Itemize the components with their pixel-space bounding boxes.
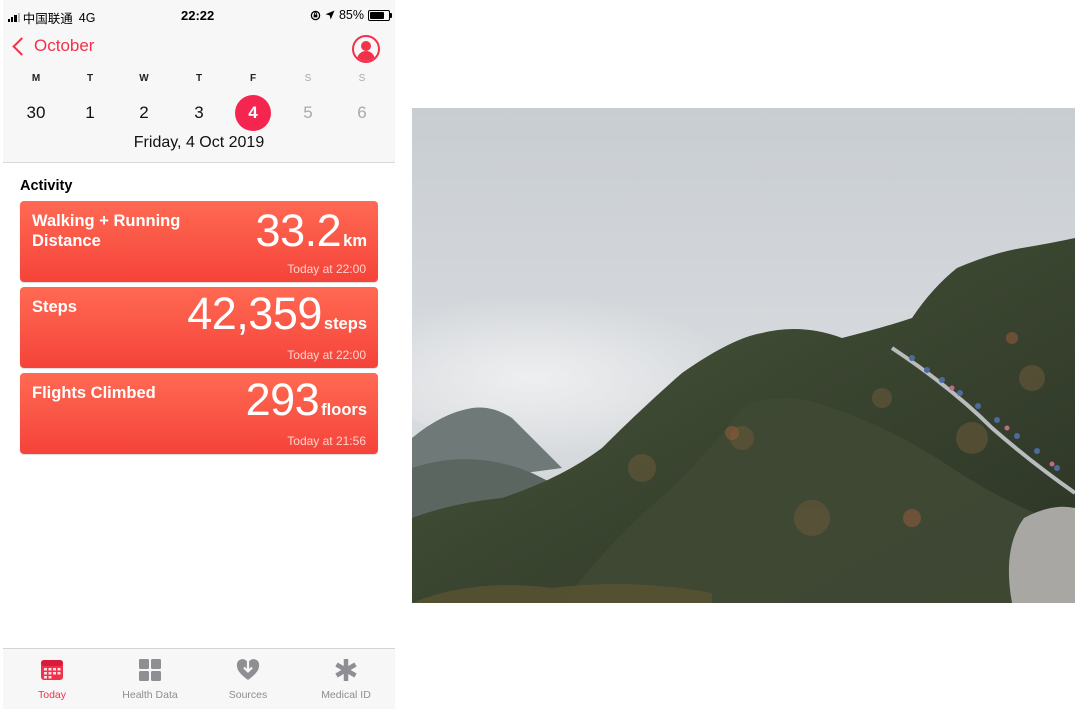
battery-icon [368, 9, 392, 21]
card-timestamp: Today at 21:56 [287, 434, 366, 448]
carrier-label: 中国联通 [22, 12, 73, 26]
card-unit: floors [321, 401, 367, 419]
tab-label: Today [37, 689, 67, 701]
weekday-label: W [139, 73, 149, 84]
card-unit: km [343, 232, 367, 250]
weekday-label: M [31, 73, 41, 84]
day-number[interactable]: 30 [18, 95, 54, 131]
card-title: Flights Climbed [32, 384, 156, 402]
mountain-photo [412, 108, 1075, 603]
weekday-label: F [249, 73, 257, 84]
day-number[interactable]: 6 [344, 95, 380, 131]
clock: 22:22 [181, 8, 215, 23]
tab-label: Medical ID [321, 689, 371, 701]
card-value: 42,359 steps [187, 288, 367, 340]
network-label: 4G [78, 10, 96, 25]
card-number: 33.2 [255, 205, 342, 256]
card-title: Steps [32, 298, 77, 316]
day-number[interactable]: 3 [181, 95, 217, 131]
day-column: T1 [70, 73, 110, 131]
tab-sources[interactable]: Sources [199, 649, 297, 709]
card-value: 293 floors [246, 374, 367, 426]
tab-health-data[interactable]: Health Data [101, 649, 199, 709]
tab-bar: Today Health Data Sources Medical ID [3, 648, 395, 709]
selected-day[interactable]: 4 [235, 95, 271, 131]
card-number: 293 [245, 374, 320, 425]
orientation-lock-icon [310, 10, 321, 20]
location-icon [325, 10, 335, 20]
signal-icon [8, 13, 20, 22]
back-label: October [34, 36, 95, 55]
activity-card[interactable]: Walking + Running Distance 33.2 km Today at… [20, 201, 378, 282]
card-timestamp: Today at 22:00 [287, 348, 366, 362]
status-bar: 中国联通 4G 22:22 85% [3, 8, 395, 26]
activity-card[interactable]: Steps 42,359 steps Today at 22:00 [20, 287, 378, 368]
chevron-left-icon [12, 36, 31, 56]
card-value: 33.2 km [256, 205, 367, 257]
activity-heading: Activity [20, 178, 73, 194]
day-column: S5 [288, 73, 328, 131]
weekday-label: T [195, 73, 203, 84]
day-number[interactable]: 5 [290, 95, 326, 131]
day-column: W2 [124, 73, 164, 131]
activity-card[interactable]: Flights Climbed 293 floors Today at 21:56 [20, 373, 378, 454]
card-unit: steps [323, 315, 367, 333]
weekday-label: T [86, 73, 94, 84]
day-column: F4 [233, 73, 273, 131]
tab-today[interactable]: Today [3, 649, 101, 709]
weekday-label: S [304, 73, 312, 84]
card-number: 42,359 [187, 288, 322, 339]
selected-date-label: Friday, 4 Oct 2019 [133, 134, 265, 151]
tab-medical-id[interactable]: Medical ID [297, 649, 395, 709]
battery-percent: 85% [338, 8, 364, 22]
weekday-label: S [358, 73, 366, 84]
day-number[interactable]: 1 [72, 95, 108, 131]
back-button[interactable]: October [11, 36, 94, 56]
day-column: S6 [342, 73, 382, 131]
header-area: 中国联通 4G 22:22 85% October M 30 T 1 W 2 T… [3, 0, 395, 163]
tab-label: Health Data [122, 689, 178, 701]
card-timestamp: Today at 22:00 [287, 262, 366, 276]
profile-icon[interactable] [352, 35, 380, 63]
navigation-bar: October [3, 34, 395, 64]
health-app-screen: 中国联通 4G 22:22 85% October M 30 T 1 W 2 T… [3, 0, 395, 709]
day-column: T3 [179, 73, 219, 131]
tab-label: Sources [228, 689, 268, 701]
day-column: M 30 [16, 73, 56, 131]
card-title: Walking + Running Distance [32, 212, 181, 250]
day-number[interactable]: 2 [126, 95, 162, 131]
